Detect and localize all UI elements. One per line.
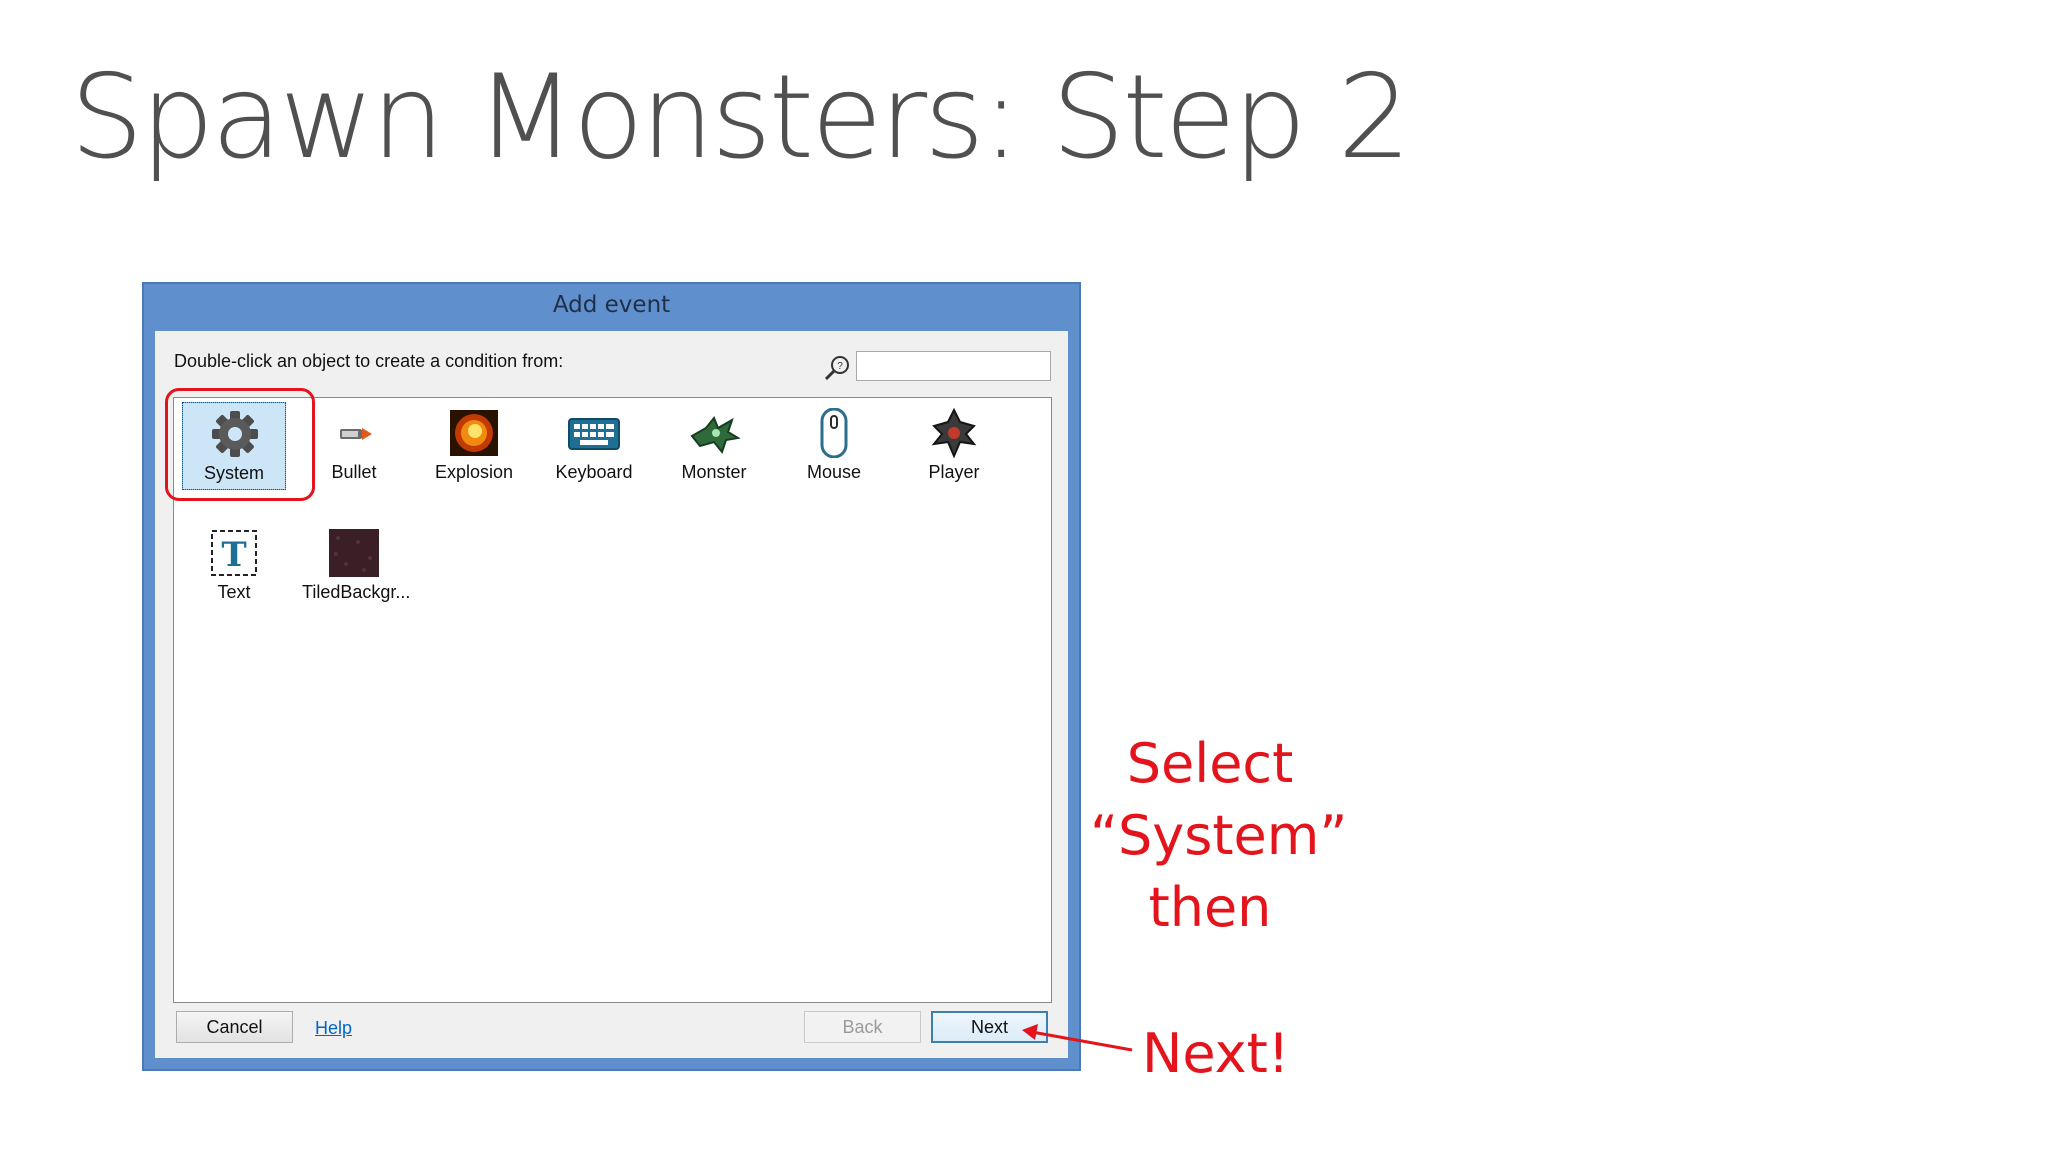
tiled-background-icon (329, 529, 379, 577)
mouse-icon (820, 408, 848, 458)
object-label: Monster (681, 462, 747, 482)
search-input[interactable] (856, 351, 1051, 381)
instruction-text: Double-click an object to create a condi… (174, 351, 564, 371)
object-keyboard[interactable]: Keyboard (542, 402, 646, 490)
object-label: TiledBackgr... (302, 582, 411, 602)
monster-icon (690, 416, 740, 455)
object-player[interactable]: Player (902, 402, 1006, 490)
help-link[interactable]: Help (315, 1018, 352, 1039)
object-bullet[interactable]: Bullet (302, 402, 406, 490)
search-icon[interactable]: ? (822, 354, 852, 382)
cancel-button[interactable]: Cancel (176, 1011, 293, 1043)
bullet-icon (340, 428, 372, 440)
back-button[interactable]: Back (804, 1011, 921, 1043)
arrow-icon (1022, 1024, 1133, 1052)
object-monster[interactable]: Monster (662, 402, 766, 490)
object-label: Explosion (434, 462, 514, 482)
object-label: Keyboard (555, 462, 633, 482)
object-label: Mouse (806, 462, 862, 482)
object-tiled-background[interactable]: TiledBackgr... (302, 522, 411, 610)
player-icon (931, 408, 977, 458)
object-label: Player (928, 462, 980, 482)
annotation-line: “System” (1090, 804, 1348, 867)
annotation-text: Select “System” then (1090, 728, 1348, 944)
system-highlight-ring (165, 388, 315, 501)
annotation-line: Select (1126, 732, 1294, 795)
object-label: Text (217, 582, 251, 602)
object-explosion[interactable]: Explosion (422, 402, 526, 490)
object-mouse[interactable]: Mouse (782, 402, 886, 490)
text-icon: T (211, 530, 257, 576)
annotation-next: Next! (1142, 1022, 1290, 1085)
dialog-title: Add event (552, 292, 671, 318)
object-label: Bullet (331, 462, 377, 482)
object-text[interactable]: T Text (182, 522, 286, 610)
keyboard-icon (568, 418, 620, 450)
slide-title: Spawn Monsters: Step 2 (70, 50, 1411, 185)
explosion-icon (450, 410, 498, 456)
svg-text:T: T (221, 535, 246, 575)
annotation-line: then (1148, 876, 1272, 939)
svg-text:?: ? (837, 361, 843, 372)
